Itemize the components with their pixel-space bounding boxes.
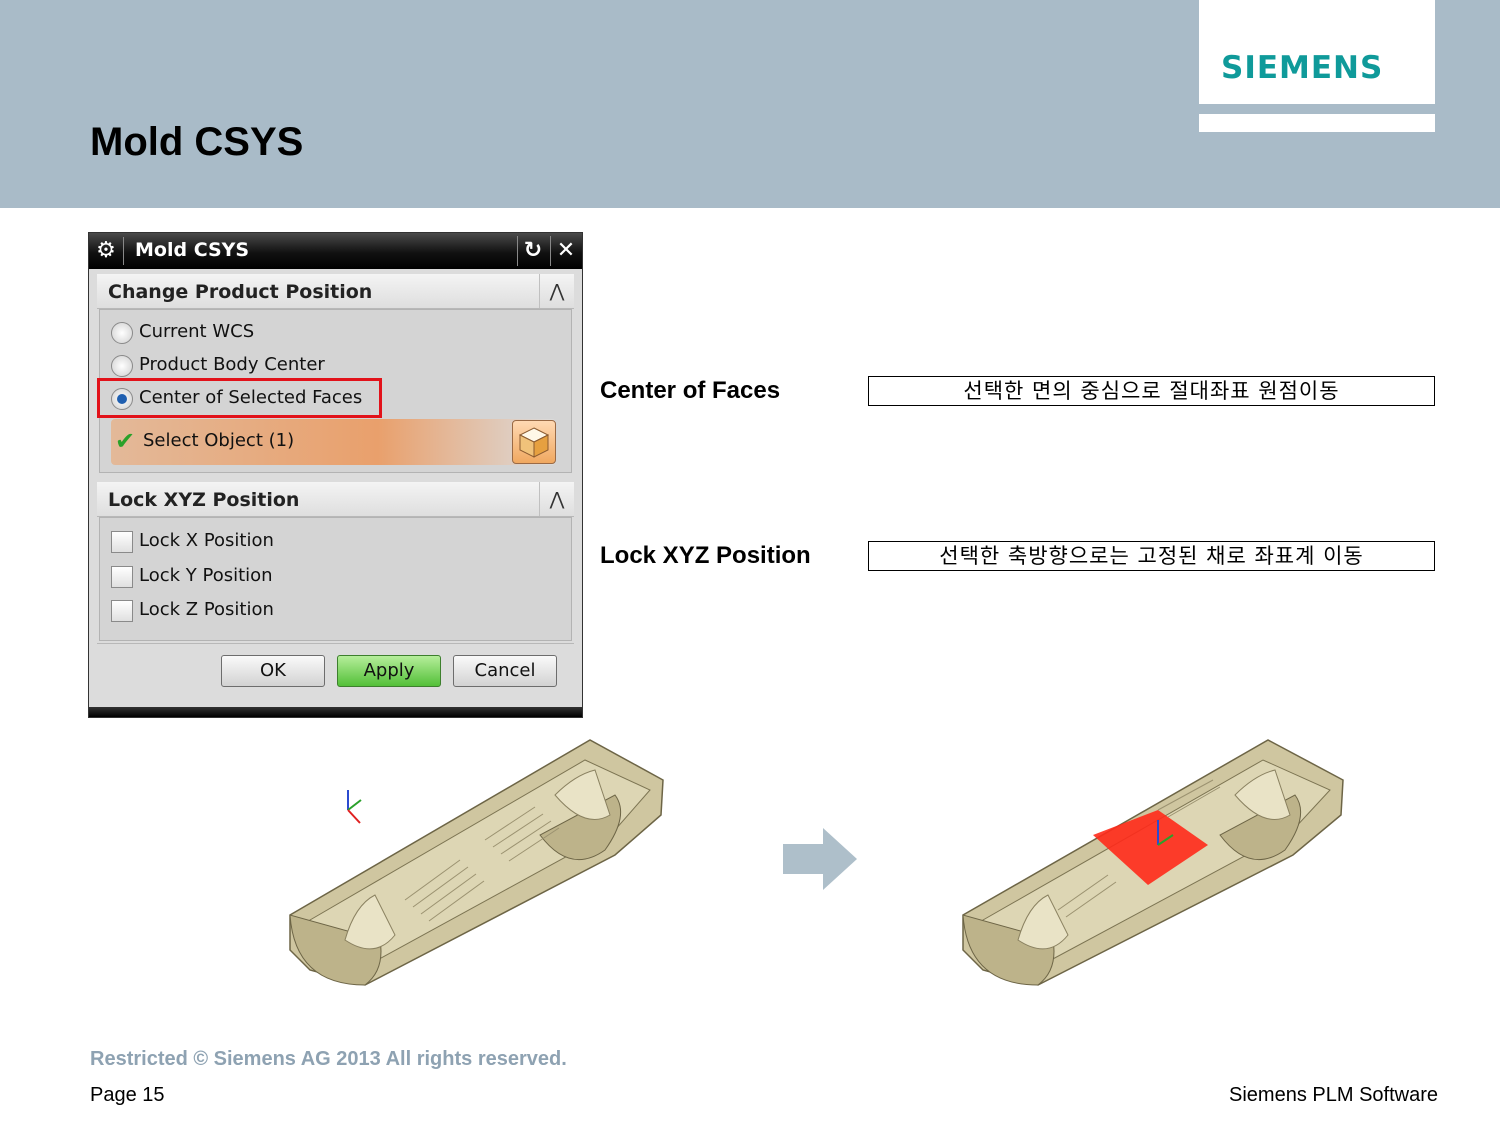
mold-csys-dialog: ⚙ Mold CSYS ↻ ✕ Change Product Position … (88, 232, 583, 718)
titlebar-divider (123, 237, 124, 265)
cancel-button[interactable]: Cancel (453, 655, 557, 687)
option-label: Current WCS (139, 321, 255, 342)
chevron-up-icon[interactable]: ⋀ (539, 482, 574, 516)
option-label: Lock Y Position (139, 565, 273, 586)
page-number: Page 15 (90, 1084, 165, 1106)
csys-triad-icon (347, 790, 362, 824)
label-center-of-faces: Center of Faces (600, 377, 781, 404)
reset-icon[interactable]: ↻ (517, 236, 548, 266)
dialog-bottom-bar (89, 707, 582, 717)
close-icon[interactable]: ✕ (550, 236, 581, 266)
option-label: Product Body Center (139, 354, 325, 375)
arrow-right-icon (783, 828, 857, 890)
highlight-box (97, 378, 382, 418)
slide-title: Mold CSYS (90, 120, 304, 164)
logo-stripe (1199, 114, 1435, 132)
dialog-titlebar: ⚙ Mold CSYS ↻ ✕ (89, 233, 582, 269)
check-icon: ✔ (115, 427, 136, 455)
option-label: Lock Z Position (139, 599, 274, 620)
checkbox[interactable] (111, 566, 133, 588)
select-object-label: Select Object (1) (143, 430, 295, 451)
dialog-title: Mold CSYS (135, 239, 250, 261)
ok-button[interactable]: OK (221, 655, 325, 687)
checkbox[interactable] (111, 600, 133, 622)
desc-lock-xyz: 선택한 축방향으로는 고정된 채로 좌표계 이동 (868, 541, 1435, 571)
chevron-up-icon[interactable]: ⋀ (539, 274, 574, 308)
copyright-text: Restricted © Siemens AG 2013 All rights … (90, 1048, 567, 1070)
part-model-after (962, 739, 1344, 986)
radio-button[interactable] (111, 355, 133, 377)
apply-button[interactable]: Apply (337, 655, 441, 687)
part-model-before (289, 739, 664, 986)
logo-text: SIEMENS (1221, 50, 1384, 86)
section-lock-xyz-position[interactable]: Lock XYZ Position ⋀ (97, 482, 574, 517)
option-label: Lock X Position (139, 530, 274, 551)
footer-divider (97, 643, 574, 644)
label-lock-xyz: Lock XYZ Position (600, 542, 811, 569)
desc-center-of-faces: 선택한 면의 중심으로 절대좌표 원점이동 (868, 376, 1435, 406)
face-select-icon[interactable] (512, 420, 556, 464)
gear-icon[interactable]: ⚙ (93, 238, 119, 264)
select-object-row[interactable]: ✔ Select Object (1) (111, 419, 556, 465)
siemens-logo: SIEMENS (1199, 0, 1435, 104)
section-label: Change Product Position (108, 281, 373, 303)
checkbox[interactable] (111, 531, 133, 553)
section-label: Lock XYZ Position (108, 489, 300, 511)
company-name: Siemens PLM Software (1229, 1084, 1438, 1106)
lock-position-body: Lock X Position Lock Y Position Lock Z P… (99, 517, 572, 641)
section-change-product-position[interactable]: Change Product Position ⋀ (97, 274, 574, 309)
radio-button[interactable] (111, 322, 133, 344)
